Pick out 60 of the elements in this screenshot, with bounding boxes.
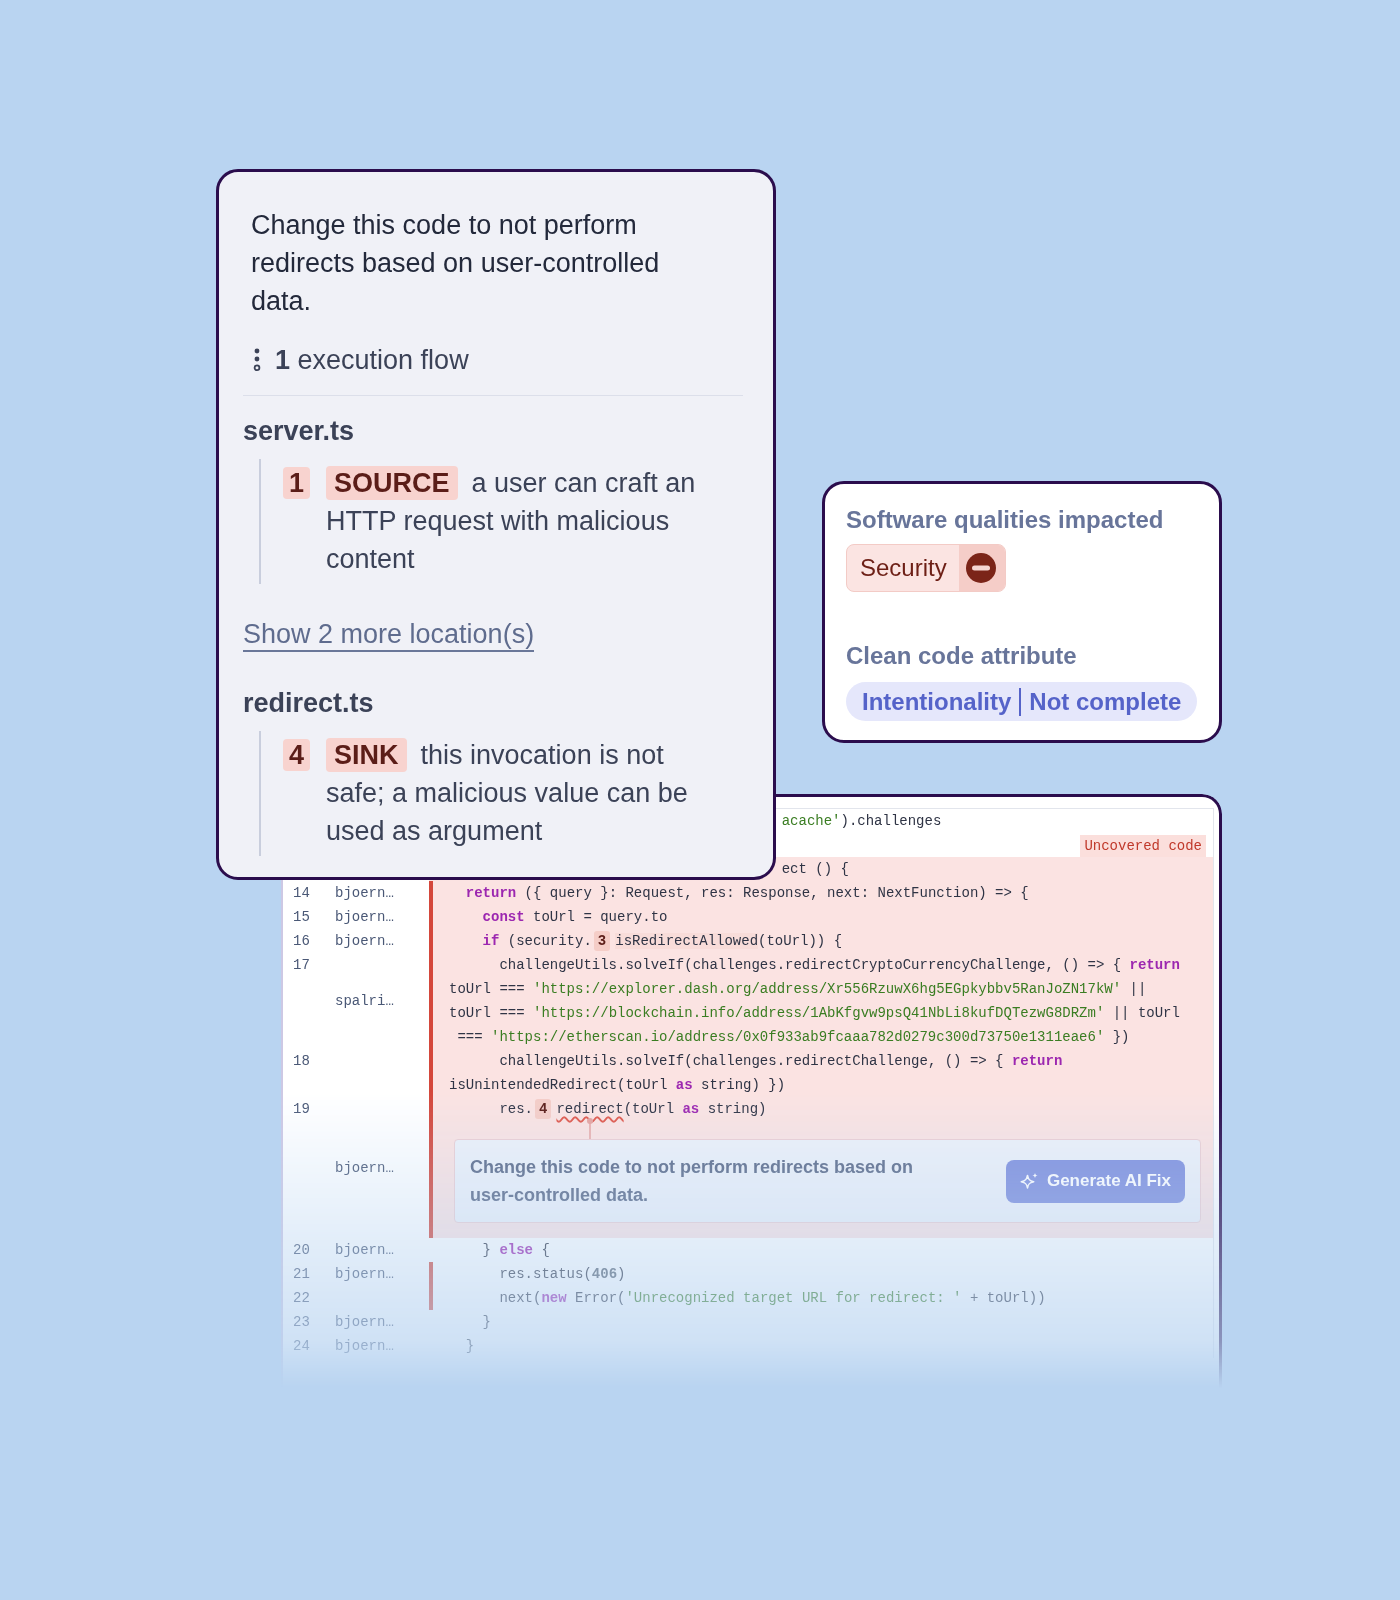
step-number: 4 — [283, 739, 311, 771]
line-number: 14 — [293, 884, 311, 903]
line-number: 21 — [293, 1265, 311, 1284]
code-text: if (security. — [482, 933, 592, 949]
code-line: challengeUtils.solveIf(challenges.redirectCryptoCurrencyChallenge, () => { return — [499, 956, 1180, 975]
commit-author: bjoern… — [335, 1241, 395, 1260]
commit-author: bjoern… — [335, 932, 395, 951]
step-description: SINK this invocation is not safe; a malicious value can be used as argument — [326, 737, 689, 848]
commit-author: bjoern… — [335, 1158, 395, 1178]
code-line: return ({ query }: Request, res: Response, next: NextFunction) => { — [465, 884, 1029, 903]
step-number: 1 — [283, 467, 311, 499]
line-number: 19 — [293, 1100, 311, 1119]
vertical-dots-icon — [253, 348, 261, 372]
qualities-title: Software qualities impacted — [846, 505, 1164, 535]
commit-author: bjoern… — [335, 884, 395, 903]
commit-author: bjoern… — [335, 1313, 395, 1332]
attribute-category: Intentionality — [862, 687, 1012, 716]
code-line: ect () { — [781, 860, 849, 879]
code-line: challengeUtils.solveIf(challenges.redirectChallenge, () => { return — [499, 1052, 1063, 1071]
attribute-value: Not complete — [1029, 687, 1182, 716]
code-line: === 'https://etherscan.io/address/0x0f933ab9fcaaa782d0279c300d73750e1311eae6' }) — [457, 1028, 1130, 1047]
attribute-title: Clean code attribute — [846, 641, 1077, 671]
line-number: 22 — [293, 1289, 311, 1308]
file-name: redirect.ts — [243, 687, 374, 720]
commit-author: bjoern… — [335, 1265, 395, 1284]
file-name: server.ts — [243, 415, 355, 448]
code-text: redirect(toUrl as string) — [556, 1101, 767, 1117]
show-more-link[interactable]: Show 2 more location(s) — [243, 618, 535, 652]
code-line: } — [465, 1337, 475, 1356]
execution-flow-count[interactable]: 1 execution flow — [275, 341, 469, 379]
issue-message: Change this code to not perform redirects based on user-controlled data. — [251, 209, 661, 318]
location-marker[interactable]: 3 — [593, 931, 611, 951]
code-line: acache').challenges — [781, 812, 942, 831]
quality-label: Security — [859, 553, 948, 583]
line-number: 20 — [293, 1241, 311, 1260]
connector-line — [585, 1117, 595, 1139]
line-number: 15 — [293, 908, 311, 927]
code-line: toUrl === 'https://blockchain.info/address/1AbKfgvw9psQ41NbLi8kufDQTezwG8DRZm' || toUrl — [449, 1004, 1180, 1023]
code-line: res.status(406) — [499, 1265, 626, 1284]
code-line: } else { — [482, 1241, 550, 1260]
commit-author: spalri… — [335, 992, 395, 1011]
line-number: 18 — [293, 1052, 311, 1071]
sparkle-icon — [1019, 1171, 1039, 1191]
code-line: toUrl === 'https://explorer.dash.org/address/Xr556RzuwX6hg5EGpkybbv5RanJoZN17kW' || — [449, 980, 1147, 999]
code-line: const toUrl = query.to — [482, 908, 668, 927]
line-number: 24 — [293, 1337, 311, 1356]
code-line: next(new Error('Unrecognized target URL for redirect: ' + toUrl)) — [499, 1289, 1046, 1308]
line-number: 23 — [293, 1313, 311, 1332]
coverage-label: Uncovered code — [1080, 835, 1206, 857]
code-line: } — [482, 1313, 491, 1332]
commit-author: bjoern… — [335, 908, 395, 927]
commit-author: bjoern… — [335, 1337, 395, 1356]
code-text: res. — [499, 1101, 533, 1117]
line-number: 17 — [293, 956, 311, 975]
issue-message: Change this code to not perform redirects based on user-controlled data. — [470, 1156, 915, 1207]
code-text: isRedirectAllowed(toUrl)) { — [615, 933, 843, 949]
step-description: SOURCE a user can craft an HTTP request with malicious content — [326, 465, 697, 576]
line-number: 16 — [293, 932, 311, 951]
location-marker[interactable]: 4 — [535, 1099, 552, 1119]
code-line: isUnintendedRedirect(toUrl as string) }) — [449, 1076, 786, 1095]
